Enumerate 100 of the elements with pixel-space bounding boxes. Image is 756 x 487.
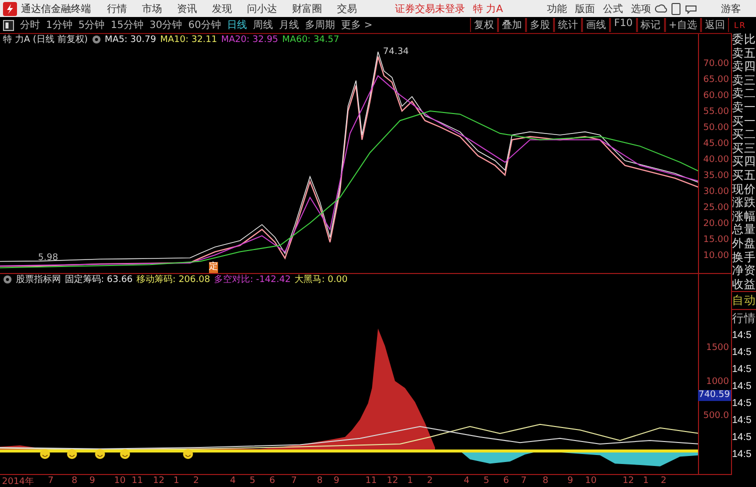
price-axis-label: 70.00 — [703, 58, 730, 71]
period-tab[interactable]: 1分钟 — [46, 18, 72, 32]
smiley-icon — [120, 449, 130, 459]
event-marker: 定 — [209, 262, 218, 273]
price-axis-label: 45.00 — [703, 138, 730, 151]
time-axis-label: 9 — [334, 476, 340, 486]
period-tab[interactable]: 15分钟 — [110, 18, 144, 32]
period-tab[interactable]: 月线 — [278, 18, 299, 32]
price-axis-label: 20.00 — [703, 218, 730, 231]
quote-field-label: 卖一 — [732, 100, 756, 115]
trade-time: 14:5 — [732, 397, 752, 412]
period-tab[interactable]: 分时 — [20, 18, 40, 32]
chat-icon[interactable] — [685, 2, 698, 14]
quote-field-label: 卖三 — [732, 74, 756, 88]
quote-field-label: 涨跌 — [732, 196, 756, 210]
chart-tool-button[interactable]: F10 — [610, 18, 637, 32]
indicator-title: 股票指标网 — [16, 274, 61, 286]
phone-icon[interactable] — [671, 2, 682, 14]
menu-item[interactable]: 发现 — [212, 2, 232, 16]
trade-time: 14:5 — [732, 329, 752, 344]
indicator-value: MA10: 32.11 — [160, 34, 218, 44]
cloud-icon[interactable] — [655, 2, 668, 14]
smiley-icon — [67, 449, 77, 459]
smiley-icon — [40, 449, 50, 459]
panel-toggle-icon[interactable] — [3, 20, 14, 30]
menu-item[interactable]: 行情 — [107, 2, 127, 16]
current-value-label: 740.59 — [698, 390, 731, 401]
period-tab[interactable]: 30分钟 — [149, 18, 182, 32]
period-tab[interactable]: 5分钟 — [78, 18, 105, 32]
app-title: 通达信金融终端 — [21, 2, 91, 16]
price-axis-label: 10.00 — [703, 250, 730, 263]
low-price-label: 5.98 — [38, 253, 58, 263]
price-axis-label: 60.00 — [703, 90, 730, 103]
period-tab[interactable]: 日线 — [226, 18, 247, 32]
time-axis-label: 4 — [464, 476, 470, 486]
login-notice: 证券交易未登录 — [395, 2, 465, 16]
chart-tool-button[interactable]: 统计 — [554, 18, 582, 32]
time-axis-label: 7 — [520, 476, 527, 486]
time-axis-label: 1 — [173, 476, 180, 486]
price-axis-label: 55.00 — [703, 106, 730, 119]
chart-tool-button[interactable]: 叠加 — [498, 18, 526, 32]
trade-time: 14:5 — [732, 448, 752, 462]
quote-field-label: 换手 — [732, 250, 756, 264]
price-axis-label: 25.00 — [703, 202, 730, 215]
quote-field-label: 涨幅 — [732, 210, 756, 224]
menu-item[interactable]: 财富圈 — [292, 2, 322, 16]
price-axis-label: 40.00 — [703, 154, 730, 167]
time-axis-label: 12 — [386, 476, 398, 486]
time-axis-label: 2 — [660, 476, 666, 486]
trade-time: 14:5 — [732, 346, 752, 360]
user-label[interactable]: 游客 — [721, 2, 742, 16]
period-tab[interactable]: 周线 — [252, 18, 273, 32]
menu-item[interactable]: 选项 — [631, 2, 652, 16]
quote-field-label: 买五 — [732, 168, 756, 183]
time-axis-label: 12 — [153, 476, 164, 486]
menu-item[interactable]: 功能 — [547, 2, 568, 16]
panel-tab[interactable]: 行情 — [732, 309, 756, 328]
menu-item[interactable]: 公式 — [603, 2, 624, 16]
chart-title: 特 力A (日线 前复权) — [3, 34, 88, 46]
period-tab[interactable]: 多周期 — [304, 18, 335, 32]
smiley-icon — [95, 449, 105, 459]
indicator-axis-label: 500.0 — [703, 410, 730, 422]
panel-header-label[interactable]: L — [734, 20, 738, 30]
indicator-value: 移动筹码: 206.08 — [136, 274, 210, 286]
menu-item[interactable]: 问小达 — [247, 2, 277, 16]
period-tab[interactable]: 60分钟 — [188, 18, 221, 32]
quote-field-label: 卖二 — [732, 87, 756, 101]
gear-icon[interactable] — [92, 35, 101, 44]
gear-icon[interactable] — [3, 275, 12, 284]
period-tab[interactable]: 更多 > — [340, 18, 373, 32]
quote-field-label: 卖四 — [732, 60, 756, 74]
time-axis-label: 4 — [230, 476, 236, 486]
chart-tool-button[interactable]: 标记 — [636, 18, 665, 32]
chart-tool-button[interactable]: +自选 — [664, 18, 701, 32]
indicator-value: MA5: 30.79 — [104, 34, 156, 44]
quote-field-label: 收益 — [732, 278, 756, 292]
chart-tool-button[interactable]: 多股 — [526, 18, 554, 32]
quote-field-label: 买四 — [732, 155, 756, 169]
time-axis-label: 2 — [426, 476, 433, 486]
panel-header-label[interactable]: R — [739, 20, 746, 30]
smiley-icon — [183, 449, 193, 459]
trade-time: 14:5 — [732, 380, 752, 394]
chart-tool-button[interactable]: 返回 — [701, 18, 729, 32]
time-axis-label: 10 — [585, 476, 597, 486]
menu-item[interactable]: 资讯 — [177, 2, 197, 16]
menu-item[interactable]: 交易 — [337, 2, 357, 16]
time-axis-label: 11 — [132, 476, 144, 486]
time-axis-label: 11 — [365, 476, 377, 486]
indicator-value: 固定筹码: 63.66 — [65, 274, 133, 286]
panel-tab[interactable]: 自动 — [732, 291, 756, 310]
trade-time: 14:5 — [732, 414, 752, 428]
high-price-label: 74.34 — [383, 47, 409, 57]
time-axis-label: 7 — [291, 476, 297, 486]
chart-tool-button[interactable]: 复权 — [470, 18, 498, 32]
chart-tool-button[interactable]: 画线 — [582, 18, 610, 32]
menu-item[interactable]: 市场 — [142, 2, 162, 16]
quote-field-label: 总量 — [732, 223, 756, 237]
time-axis-label: 8 — [72, 476, 78, 486]
indicator-axis-label: 1000 — [706, 376, 730, 388]
menu-item[interactable]: 版面 — [575, 2, 596, 16]
